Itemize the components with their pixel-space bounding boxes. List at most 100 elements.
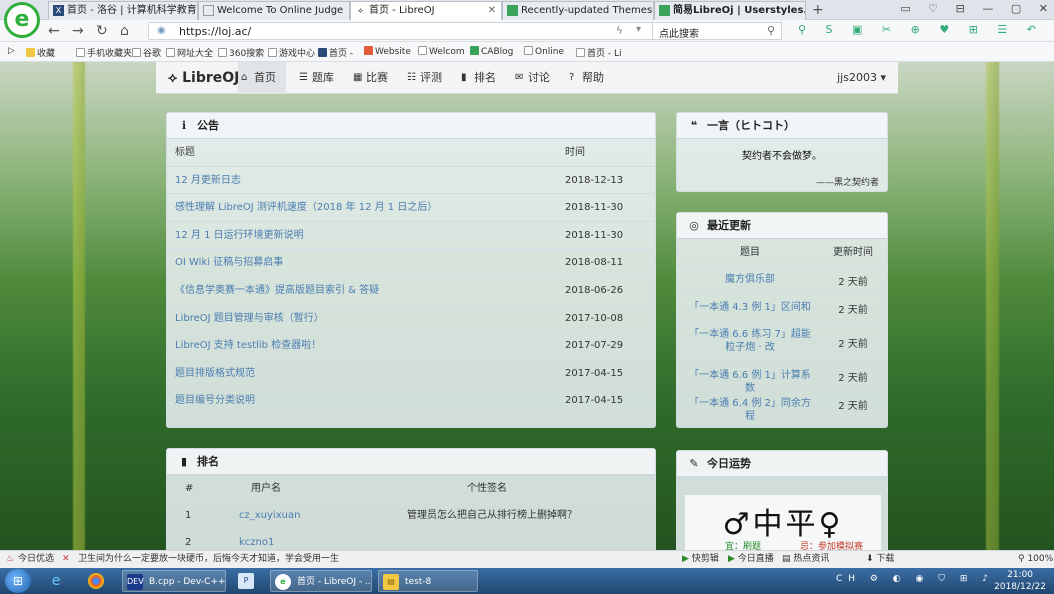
bookmark-item[interactable]: 游戏中心 — [268, 46, 315, 59]
windows-taskbar: ⊞ e DEV B.cpp - Dev-C++ P e 首页 - LibreOJ… — [0, 568, 1054, 594]
fortune-card: ♂中平♀ 宜：刷题 忌：参加模拟赛 — [685, 495, 881, 550]
url-input[interactable]: ◉ https://loj.ac/ ϟ ▾ — [148, 22, 668, 40]
home-icon[interactable]: ⌂ — [120, 22, 129, 40]
taskbar-folder[interactable]: ▤ test-8 — [378, 570, 478, 592]
bookmark-item[interactable]: 首页 - Li — [576, 46, 621, 59]
tab-label: 首页 - 洛谷 | 计算机科学教育新生 — [67, 5, 197, 16]
table-row[interactable]: LibreOJ 题目管理与审核（暂行） 2017-10-08 — [167, 305, 655, 333]
star-icon — [26, 48, 35, 57]
table-row[interactable]: LibreOJ 支持 testlib 检查器啦！ 2017-07-29 — [167, 332, 655, 360]
taskbar-chrome-icon[interactable] — [84, 570, 112, 592]
nav-problems[interactable]: ☰ 题库 — [296, 62, 334, 94]
lightning-icon[interactable]: ϟ — [616, 24, 623, 37]
close-tab-icon[interactable]: ✕ — [488, 2, 496, 19]
tab-luogu[interactable]: X 首页 - 洛谷 | 计算机科学教育新生 — [48, 1, 198, 20]
bookmark-item[interactable]: Website — [364, 46, 411, 57]
play-icon: ▶ — [682, 554, 692, 564]
system-tray[interactable]: CH ⚙ ◐ ◉ ⛉ ⊞ ♪ — [836, 574, 994, 584]
page-icon — [218, 48, 227, 57]
status-download[interactable]: ⬇ 下载 — [866, 551, 894, 568]
new-tab-button[interactable]: + — [812, 2, 824, 18]
luogu-icon — [318, 48, 327, 57]
table-row[interactable]: 「一本通 6.6 例 1」计算系数 2 天前 — [677, 361, 887, 394]
table-row[interactable]: 「一本通 6.4 例 2」同余方程 2 天前 — [677, 389, 887, 422]
website-icon — [364, 46, 373, 55]
table-row[interactable]: 12 月更新日志 2018-12-13 — [167, 167, 655, 195]
table-row[interactable]: 2 kczno1 — [167, 529, 655, 550]
taskbar-browser[interactable]: e 首页 - LibreOJ - ... — [270, 570, 372, 592]
status-close-icon[interactable]: ✕ — [62, 551, 70, 568]
site-logo[interactable]: ⟡ LibreOJ — [168, 70, 239, 86]
page-icon — [576, 48, 585, 57]
table-row[interactable]: 「一本通 4.3 例 1」区间和 2 天前 — [677, 293, 887, 321]
toolbar-extension-icons[interactable]: ⚲ S ▣ ✂ ⊕ ♥ ⊞ ☰ ↶ ≡ — [798, 23, 1054, 36]
bookmark-item[interactable]: CABlog — [470, 46, 513, 57]
bookmark-favorites[interactable]: 收藏 — [26, 46, 55, 59]
page-icon — [76, 48, 85, 57]
start-button-icon[interactable]: ⊞ — [5, 569, 31, 593]
panel-header: ℹ 公告 — [167, 113, 655, 139]
devcpp-icon: DEV — [127, 574, 144, 590]
table-row[interactable]: 12 月 1 日运行环境更新说明 2018-11-30 — [167, 222, 655, 250]
bookmarks-toggle-icon[interactable]: ▷ — [8, 46, 15, 56]
nav-contests[interactable]: ▦ 比赛 — [350, 62, 388, 94]
bookmark-item[interactable]: 首页 - — [318, 46, 353, 59]
bookmark-item[interactable]: 手机收藏夹 — [76, 46, 132, 59]
window-controls[interactable]: ▭ ♡ ⊟ — ▢ ✕ — [900, 2, 1048, 15]
table-row[interactable]: 「一本通 6.6 练习 7」超能粒子炮 · 改 2 天前 — [677, 321, 887, 361]
site-navbar: ⟡ LibreOJ ⌂ 首页 ☰ 题库 ▦ 比赛 ☷ 评测 ▮ 排名 ✉ 讨论 ? 帮助 jj… — [156, 62, 898, 94]
bookmark-item[interactable]: 360搜索 — [218, 46, 264, 59]
table-row[interactable]: 《信息学奥赛一本通》提高版题目索引 & 答疑 2018-06-26 — [167, 277, 655, 305]
nav-discussion[interactable]: ✉ 讨论 — [512, 62, 550, 94]
cablog-icon — [470, 46, 479, 55]
signal-icon: ▮ — [461, 72, 467, 83]
nav-submissions[interactable]: ☷ 评测 — [404, 62, 442, 94]
nav-help[interactable]: ? 帮助 — [566, 62, 604, 94]
panel-header: ▮ 排名 — [167, 449, 655, 475]
calendar-icon: ▦ — [353, 72, 363, 83]
reload-icon[interactable]: ↻ — [96, 22, 108, 40]
fortune-result: ♂中平♀ — [722, 507, 844, 542]
play-icon: ▶ — [728, 554, 738, 564]
status-live[interactable]: ▶ 今日直播 — [728, 551, 774, 568]
tab-userstyles-libreoj[interactable]: 简易LibreOj | Userstyles.org — [654, 1, 806, 20]
tab-userstyles-themes[interactable]: Recently-updated Themes & S — [502, 1, 654, 20]
search-input[interactable]: 点此搜索 ⚲ — [652, 22, 782, 40]
tab-libreoj[interactable]: ⟡ 首页 - LibreOJ ✕ — [350, 1, 502, 20]
tab-welcome-oj[interactable]: Welcome To Online Judge — [198, 1, 350, 20]
browser-icon: e — [275, 574, 291, 590]
table-row[interactable]: 1 cz_xuyixuan 管理员怎么把自己从排行榜上删掉啊？ — [167, 502, 655, 529]
status-zoom[interactable]: ⚲ 100% — [1018, 551, 1053, 568]
browser-logo-icon[interactable]: e — [4, 2, 40, 38]
userstyles-favicon-icon — [659, 5, 670, 16]
bookmark-item[interactable]: 网址大全 — [166, 46, 213, 59]
table-row[interactable]: 感性理解 LibreOJ 测评机速度（2018 年 12 月 1 日之后） 201… — [167, 194, 655, 222]
dropdown-icon[interactable]: ▾ — [636, 24, 641, 35]
taskbar-devcpp[interactable]: DEV B.cpp - Dev-C++ — [122, 570, 226, 592]
table-row[interactable]: 题目排版格式规范 2017-04-15 — [167, 360, 655, 388]
bookmark-item[interactable]: 谷歌 — [132, 46, 161, 59]
search-placeholder: 点此搜索 — [659, 29, 699, 40]
tab-label: 简易LibreOj | Userstyles.org — [673, 5, 805, 16]
tasks-icon: ☷ — [407, 72, 416, 83]
hitokoto-text: 契约者不会做梦。 — [742, 151, 822, 162]
back-arrow-icon[interactable]: ← — [48, 22, 60, 40]
bookmark-item[interactable]: Welcom — [418, 46, 465, 57]
taskbar-app-icon[interactable]: P — [234, 570, 262, 592]
taskbar-clock[interactable]: 21:00 2018/12/22 — [994, 569, 1046, 593]
status-news-ticker[interactable]: 卫生间为什么一定要放一块硬币，后悔今天才知道，学会受用一生 — [78, 551, 339, 568]
status-hot-news[interactable]: ▤ 热点资讯 — [782, 551, 829, 568]
bookmark-item[interactable]: Online — [524, 46, 564, 57]
status-today-picks[interactable]: 今日优选 — [18, 551, 54, 568]
table-row[interactable]: OI Wiki 征稿与招募启事 2018-08-11 — [167, 249, 655, 277]
nav-home[interactable]: ⌂ 首页 — [238, 62, 286, 94]
forward-arrow-icon[interactable]: → — [72, 22, 84, 40]
nav-ranking[interactable]: ▮ 排名 — [458, 62, 496, 94]
table-row[interactable]: 魔方俱乐部 2 天前 — [677, 266, 887, 293]
search-icon[interactable]: ⚲ — [767, 24, 775, 37]
status-quick-edit[interactable]: ▶ 快剪辑 — [682, 551, 719, 568]
taskbar-ie-icon[interactable]: e — [44, 570, 72, 592]
table-row[interactable]: 题目编号分类说明 2017-04-15 — [167, 387, 655, 415]
user-menu[interactable]: jjs2003 ▾ — [837, 62, 886, 94]
folder-icon: ▤ — [383, 574, 399, 590]
